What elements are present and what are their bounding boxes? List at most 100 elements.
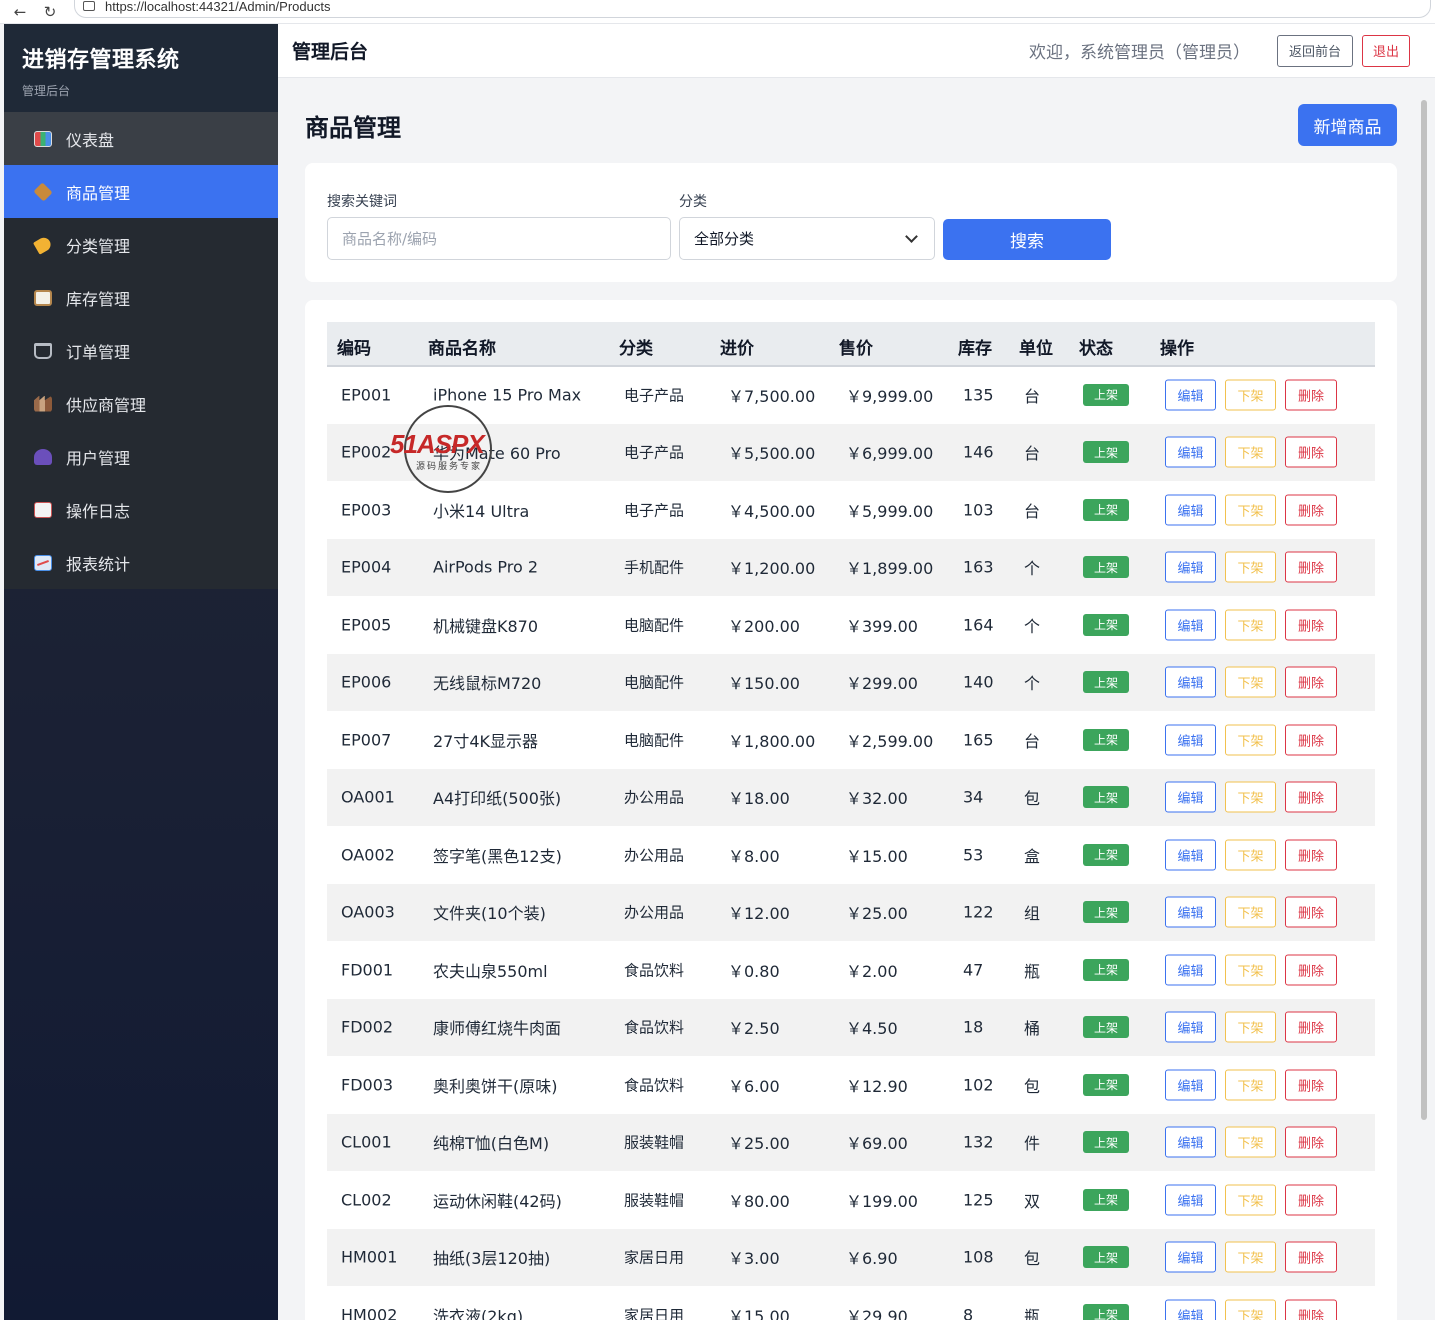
unlist-button[interactable]: 下架 — [1225, 1126, 1276, 1158]
sidebar-item-users[interactable]: 用户管理 — [4, 430, 278, 483]
back-to-front-button[interactable]: 返回前台 — [1276, 34, 1353, 67]
cell-price: ￥15.00 — [846, 846, 908, 866]
edit-button[interactable]: 编辑 — [1165, 954, 1216, 986]
edit-button[interactable]: 编辑 — [1165, 1126, 1216, 1158]
delete-button[interactable]: 删除 — [1285, 379, 1337, 411]
app-subtitle: 管理后台 — [22, 84, 71, 98]
cell-unit: 盒 — [1024, 846, 1041, 866]
edit-button[interactable]: 编辑 — [1165, 1241, 1216, 1273]
cell-stock: 18 — [963, 1017, 984, 1037]
sidebar-item-products[interactable]: 商品管理 — [4, 165, 278, 218]
cell-category: 电子产品 — [624, 501, 685, 520]
edit-button[interactable]: 编辑 — [1165, 1069, 1216, 1101]
page-scrollbar[interactable] — [1421, 100, 1427, 1120]
unlist-button[interactable]: 下架 — [1225, 954, 1276, 986]
edit-button[interactable]: 编辑 — [1165, 379, 1216, 411]
cell-cost: ￥25.00 — [728, 1134, 790, 1154]
delete-button[interactable]: 删除 — [1285, 1126, 1337, 1158]
sidebar-item-suppliers[interactable]: 供应商管理 — [4, 377, 278, 430]
unlist-button[interactable]: 下架 — [1225, 1011, 1276, 1043]
status-badge: 上架 — [1083, 1073, 1129, 1096]
delete-button[interactable]: 删除 — [1285, 1299, 1337, 1320]
cell-unit: 组 — [1024, 904, 1041, 924]
delete-button[interactable]: 删除 — [1285, 1011, 1337, 1043]
delete-button[interactable]: 删除 — [1285, 724, 1337, 756]
status-badge: 上架 — [1083, 498, 1129, 521]
edit-button[interactable]: 编辑 — [1165, 609, 1216, 641]
cell-category: 食品饮料 — [624, 1076, 685, 1095]
edit-button[interactable]: 编辑 — [1165, 839, 1216, 871]
delete-button[interactable]: 删除 — [1285, 839, 1337, 871]
delete-button[interactable]: 删除 — [1285, 896, 1337, 928]
back-arrow-icon[interactable]: ← — [10, 2, 30, 22]
unlist-button[interactable]: 下架 — [1225, 1299, 1276, 1320]
column-header-category: 分类 — [619, 339, 653, 359]
unlist-button[interactable]: 下架 — [1225, 494, 1276, 526]
address-bar[interactable]: https://localhost:44321/Admin/Products — [74, 0, 1431, 18]
delete-button[interactable]: 删除 — [1285, 666, 1337, 698]
cell-price: ￥6,999.00 — [846, 444, 934, 464]
reload-icon[interactable]: ↻ — [40, 2, 60, 22]
site-info-icon[interactable] — [83, 1, 95, 11]
search-button[interactable]: 搜索 — [943, 219, 1111, 260]
delete-button[interactable]: 删除 — [1285, 1184, 1337, 1216]
cell-stock: 146 — [963, 442, 994, 462]
unlist-button[interactable]: 下架 — [1225, 436, 1276, 468]
unlist-button[interactable]: 下架 — [1225, 896, 1276, 928]
unlist-button[interactable]: 下架 — [1225, 379, 1276, 411]
delete-button[interactable]: 删除 — [1285, 436, 1337, 468]
delete-button[interactable]: 删除 — [1285, 494, 1337, 526]
unlist-button[interactable]: 下架 — [1225, 609, 1276, 641]
cell-name: A4打印纸(500张) — [433, 789, 562, 809]
keyword-search-input[interactable] — [327, 217, 671, 260]
cell-stock: 34 — [963, 787, 984, 807]
logout-button[interactable]: 退出 — [1361, 34, 1410, 67]
cell-unit: 包 — [1024, 789, 1041, 809]
delete-button[interactable]: 删除 — [1285, 781, 1337, 813]
cell-cost: ￥0.80 — [728, 961, 780, 981]
column-header-cost: 进价 — [720, 339, 754, 359]
edit-button[interactable]: 编辑 — [1165, 494, 1216, 526]
edit-button[interactable]: 编辑 — [1165, 1184, 1216, 1216]
category-select[interactable]: 全部分类 — [679, 217, 935, 260]
edit-button[interactable]: 编辑 — [1165, 781, 1216, 813]
document-icon — [34, 501, 52, 518]
cell-name: 纯棉T恤(白色M) — [433, 1134, 550, 1154]
unlist-button[interactable]: 下架 — [1225, 839, 1276, 871]
unlist-button[interactable]: 下架 — [1225, 1069, 1276, 1101]
edit-button[interactable]: 编辑 — [1165, 551, 1216, 583]
edit-button[interactable]: 编辑 — [1165, 436, 1216, 468]
unlist-button[interactable]: 下架 — [1225, 1184, 1276, 1216]
sidebar-item-orders[interactable]: 订单管理 — [4, 324, 278, 377]
sidebar-item-logs[interactable]: 操作日志 — [4, 483, 278, 536]
cell-code: OA003 — [341, 902, 395, 922]
unlist-button[interactable]: 下架 — [1225, 781, 1276, 813]
edit-button[interactable]: 编辑 — [1165, 666, 1216, 698]
delete-button[interactable]: 删除 — [1285, 1069, 1337, 1101]
delete-button[interactable]: 删除 — [1285, 551, 1337, 583]
cell-cost: ￥1,200.00 — [728, 559, 816, 579]
sidebar-item-dashboard[interactable]: 仪表盘 — [4, 112, 278, 165]
search-panel: 搜索关键词 分类 全部分类 搜索 — [305, 163, 1397, 282]
delete-button[interactable]: 删除 — [1285, 609, 1337, 641]
edit-button[interactable]: 编辑 — [1165, 1011, 1216, 1043]
unlist-button[interactable]: 下架 — [1225, 1241, 1276, 1273]
delete-button[interactable]: 删除 — [1285, 954, 1337, 986]
sidebar-item-inventory[interactable]: 库存管理 — [4, 271, 278, 324]
sidebar-item-label: 订单管理 — [66, 342, 131, 362]
unlist-button[interactable]: 下架 — [1225, 551, 1276, 583]
delete-button[interactable]: 删除 — [1285, 1241, 1337, 1273]
sidebar-item-reports[interactable]: 报表统计 — [4, 536, 278, 589]
unlist-button[interactable]: 下架 — [1225, 666, 1276, 698]
unlist-button[interactable]: 下架 — [1225, 724, 1276, 756]
table-row: FD001 农夫山泉550ml 食品饮料 ￥0.80 ￥2.00 47 瓶 上架 编辑 下架 删除 — [327, 941, 1375, 999]
cell-cost: ￥1,800.00 — [728, 731, 816, 751]
sidebar-menu: 仪表盘 商品管理 分类管理 库存管理 订单管理 供应商管理 用户管理 操作日志 — [4, 112, 278, 589]
add-product-button[interactable]: 新增商品 — [1298, 104, 1397, 146]
edit-button[interactable]: 编辑 — [1165, 896, 1216, 928]
edit-button[interactable]: 编辑 — [1165, 1299, 1216, 1320]
top-header: 管理后台 欢迎，系统管理员（管理员） 返回前台 退出 — [278, 24, 1435, 78]
sidebar-item-categories[interactable]: 分类管理 — [4, 218, 278, 271]
cell-unit: 台 — [1024, 731, 1041, 751]
edit-button[interactable]: 编辑 — [1165, 724, 1216, 756]
